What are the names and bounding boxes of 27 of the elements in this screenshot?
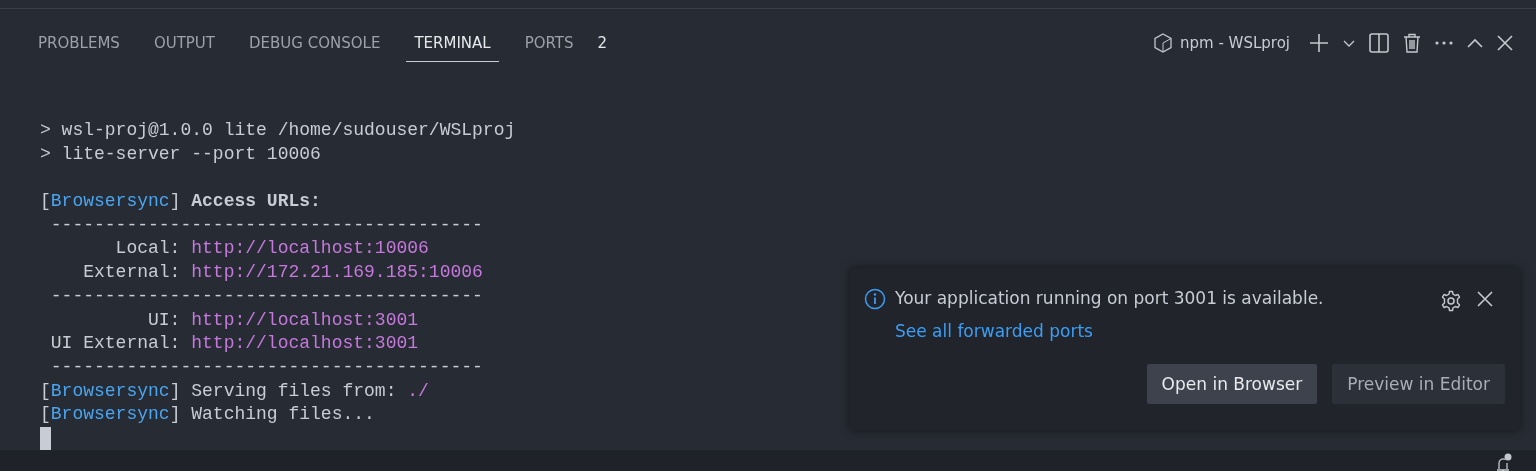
split-icon[interactable]	[1366, 30, 1392, 56]
terminal-line: [Browsersync] Watching files...	[40, 403, 375, 427]
terminal-line: UI External: http://localhost:3001	[49, 332, 419, 356]
terminal-line: ----------------------------------------	[49, 213, 483, 237]
port-count: 2	[597, 34, 608, 52]
terminal-name[interactable]: npm - WSLproj	[1180, 34, 1290, 52]
terminal-line: ----------------------------------------	[49, 284, 483, 308]
terminal-line: UI: http://localhost:3001	[147, 308, 419, 332]
notification-button[interactable]: Open in Browser	[1146, 364, 1318, 404]
terminal-line: [Browsersync] Serving files from: ./	[40, 379, 429, 403]
notification-message: Your application running on port 3001 is available. See all forwarded ports	[895, 287, 1325, 343]
bell-icon[interactable]	[1494, 453, 1512, 471]
terminal-line: External: http://172.21.169.185:10006	[82, 261, 483, 285]
terminal-icon	[1154, 33, 1172, 53]
panel-tab[interactable]: PORTS	[516, 24, 582, 62]
terminal-line: ----------------------------------------	[49, 355, 483, 379]
ports-link[interactable]: See all forwarded ports	[895, 321, 1093, 341]
terminal-line: [Browsersync] Access URLs:	[40, 190, 321, 214]
notification-button[interactable]: Preview in Editor	[1332, 364, 1505, 404]
terminal-line: Local: http://localhost:10006	[114, 237, 429, 261]
terminal-line: > lite-server --port 10006	[40, 142, 321, 166]
panel-tab[interactable]: PROBLEMS	[30, 24, 128, 62]
panel-tab[interactable]: TERMINAL	[406, 24, 499, 62]
terminal-line: > wsl-proj@1.0.0 lite /home/sudouser/WSLproj	[40, 119, 516, 142]
info-icon	[864, 288, 886, 310]
panel-tab[interactable]: DEBUG CONSOLE	[241, 24, 389, 62]
panel-tab[interactable]: OUTPUT	[145, 24, 223, 62]
